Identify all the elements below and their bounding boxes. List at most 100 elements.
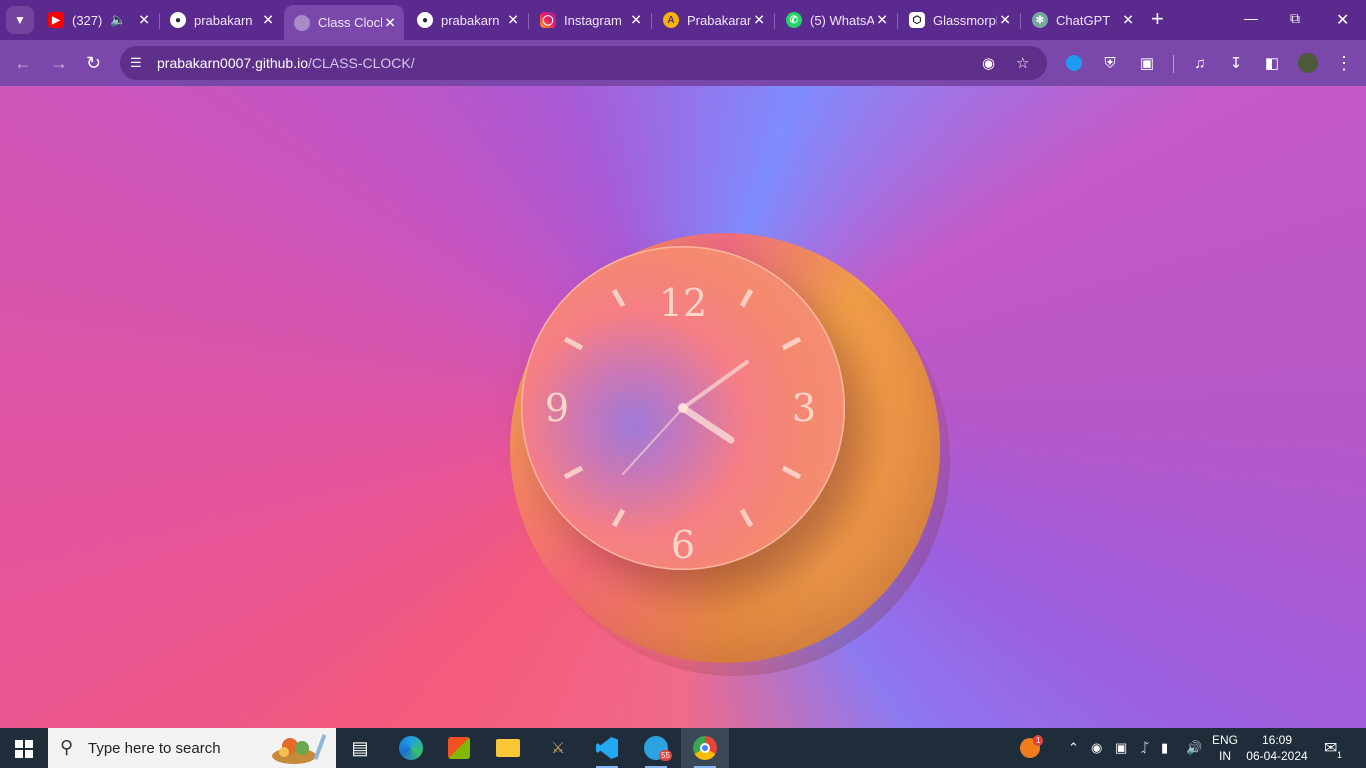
minimize-button[interactable]: —	[1244, 10, 1258, 26]
page-content: 12 3 6 9	[0, 86, 1366, 728]
taskbar-vscode[interactable]	[583, 728, 631, 768]
language-indicator[interactable]: ENG IN	[1212, 732, 1238, 764]
tab-title: Class Clock	[318, 15, 382, 30]
folder-icon	[496, 739, 520, 757]
close-icon[interactable]: ✕	[630, 12, 642, 29]
tab-title: Glassmorphism	[933, 12, 997, 28]
reload-button[interactable]: ↻	[86, 53, 101, 74]
tab-portfolio[interactable]: A Prabakaran ✕	[653, 6, 775, 34]
close-window-button[interactable]: ✕	[1336, 10, 1349, 30]
restore-button[interactable]: ⧉	[1290, 10, 1300, 27]
tab-title: prabakarn	[441, 12, 500, 28]
tab-chatgpt[interactable]: ✻ ChatGPT ✕	[1022, 6, 1142, 34]
language-bottom: IN	[1219, 749, 1231, 763]
clock-svg: 12 3 6 9	[545, 281, 816, 567]
tab-instagram[interactable]: ◯ Instagram ✕	[530, 6, 652, 34]
taskbar-file-explorer[interactable]	[484, 728, 532, 768]
taskbar-edge[interactable]	[387, 728, 435, 768]
codepen-icon: ⬡	[909, 12, 925, 28]
numeral-12: 12	[659, 281, 707, 325]
search-highlight-doodle-icon[interactable]	[266, 730, 334, 766]
extension-blue-icon[interactable]	[1064, 53, 1084, 73]
tick-8	[563, 465, 584, 480]
bluetooth-icon[interactable]: ᛢ	[1141, 740, 1149, 755]
close-icon[interactable]: ✕	[138, 12, 150, 29]
url-path: /CLASS-CLOCK/	[308, 55, 415, 71]
volume-icon[interactable]: 🔊	[1186, 740, 1202, 756]
tab-title: prabakarn	[194, 12, 253, 28]
network-icon[interactable]: ▣	[1115, 740, 1127, 756]
site-info-icon[interactable]: ☰	[130, 55, 146, 71]
tab-glassmorphism[interactable]: ⬡ Glassmorphism ✕	[899, 6, 1021, 34]
taskbar-telegram[interactable]: 55	[632, 728, 680, 768]
record-icon[interactable]: ◉	[1091, 740, 1102, 756]
browser-toolbar: ← → ↻ ☰ prabakarn0007.github.io/CLASS-CL…	[0, 40, 1366, 86]
language-top: ENG	[1212, 733, 1239, 747]
url-text[interactable]: prabakarn0007.github.io/CLASS-CLOCK/	[157, 55, 415, 71]
telegram-badge: 55	[659, 750, 672, 761]
forward-button[interactable]: →	[50, 53, 68, 74]
tick-7	[611, 508, 626, 528]
vscode-icon	[596, 737, 618, 759]
taskbar-store[interactable]	[435, 728, 483, 768]
tab-title: (327)	[72, 12, 103, 28]
tab-title: (5) WhatsApp	[810, 12, 874, 28]
tab-github-1[interactable]: ● prabakarn ✕	[160, 6, 282, 34]
youtube-icon: ▶	[48, 12, 64, 28]
taskbar-search[interactable]: ⚲ Type here to search	[48, 728, 336, 768]
weather-badge: 1	[1033, 735, 1044, 746]
second-hand	[622, 407, 684, 475]
side-panel-icon[interactable]: ◧	[1262, 53, 1282, 73]
close-icon[interactable]: ✕	[507, 12, 519, 29]
close-icon[interactable]: ✕	[262, 12, 274, 29]
windows-start-button[interactable]	[15, 740, 33, 758]
close-icon[interactable]: ✕	[753, 12, 765, 29]
task-view-icon: ▤	[351, 737, 369, 758]
new-tab-button[interactable]: +	[1151, 8, 1164, 30]
shield-icon[interactable]: ⛨	[1100, 53, 1120, 73]
system-clock[interactable]: 16:09 06-04-2024	[1246, 732, 1308, 764]
numeral-9: 9	[545, 386, 569, 430]
puzzle-icon[interactable]: ▣	[1137, 53, 1157, 73]
tab-title: ChatGPT	[1056, 12, 1111, 28]
tab-title: Prabakaran	[687, 12, 751, 28]
system-date: 06-04-2024	[1246, 749, 1308, 763]
taskbar-chrome[interactable]	[681, 728, 729, 768]
clock-center-cap	[678, 403, 688, 413]
url-host: prabakarn0007.github.io	[157, 55, 309, 71]
store-icon	[448, 737, 470, 759]
menu-icon[interactable]: ⋮	[1334, 53, 1354, 73]
tab-whatsapp[interactable]: ✆ (5) WhatsApp ✕	[776, 6, 898, 34]
github-icon: ●	[170, 12, 186, 28]
notification-icon[interactable]: ✉	[1324, 738, 1337, 758]
tab-youtube[interactable]: ▶ (327) 🔈 ✕	[38, 6, 160, 34]
avatar[interactable]	[1298, 53, 1318, 73]
whatsapp-icon: ✆	[786, 12, 802, 28]
close-icon[interactable]: ✕	[999, 12, 1011, 29]
tab-strip: ▼ ▶ (327) 🔈 ✕ ● prabakarn ✕ Class Clock …	[0, 0, 1366, 40]
close-icon[interactable]: ✕	[1122, 12, 1134, 29]
speaker-icon[interactable]: 🔈	[110, 12, 126, 28]
chevron-up-icon[interactable]: ⌃	[1068, 740, 1079, 756]
taskbar: ⚲ Type here to search ▤ ⚔ 55 1 ⌃ ◉ ▣ ᛢ ▮…	[0, 728, 1366, 768]
battery-icon[interactable]: ▮	[1161, 740, 1168, 756]
star-icon[interactable]: ☆	[1016, 54, 1029, 72]
search-icon: ⚲	[60, 737, 74, 757]
address-bar[interactable]: ☰ prabakarn0007.github.io/CLASS-CLOCK/ ◉…	[120, 46, 1047, 80]
chevron-down-icon: ▼	[14, 13, 26, 27]
tab-github-2[interactable]: ● prabakarn ✕	[407, 6, 529, 34]
close-icon[interactable]: ✕	[876, 12, 888, 29]
numeral-6: 6	[671, 523, 695, 567]
tab-class-clock[interactable]: Class Clock ✕	[284, 5, 404, 40]
task-view-button[interactable]: ▤	[336, 728, 384, 768]
edge-icon	[399, 736, 423, 760]
taskbar-game[interactable]: ⚔	[534, 728, 582, 768]
close-icon[interactable]: ✕	[384, 14, 396, 31]
github-icon: ●	[417, 12, 433, 28]
media-icon[interactable]: ♫	[1190, 53, 1210, 73]
tab-title: Instagram	[564, 12, 622, 28]
back-button[interactable]: ←	[14, 53, 32, 74]
eye-off-icon[interactable]: ◉	[982, 54, 995, 72]
tab-search-button[interactable]: ▼	[6, 6, 34, 34]
download-icon[interactable]: ↧	[1226, 53, 1246, 73]
